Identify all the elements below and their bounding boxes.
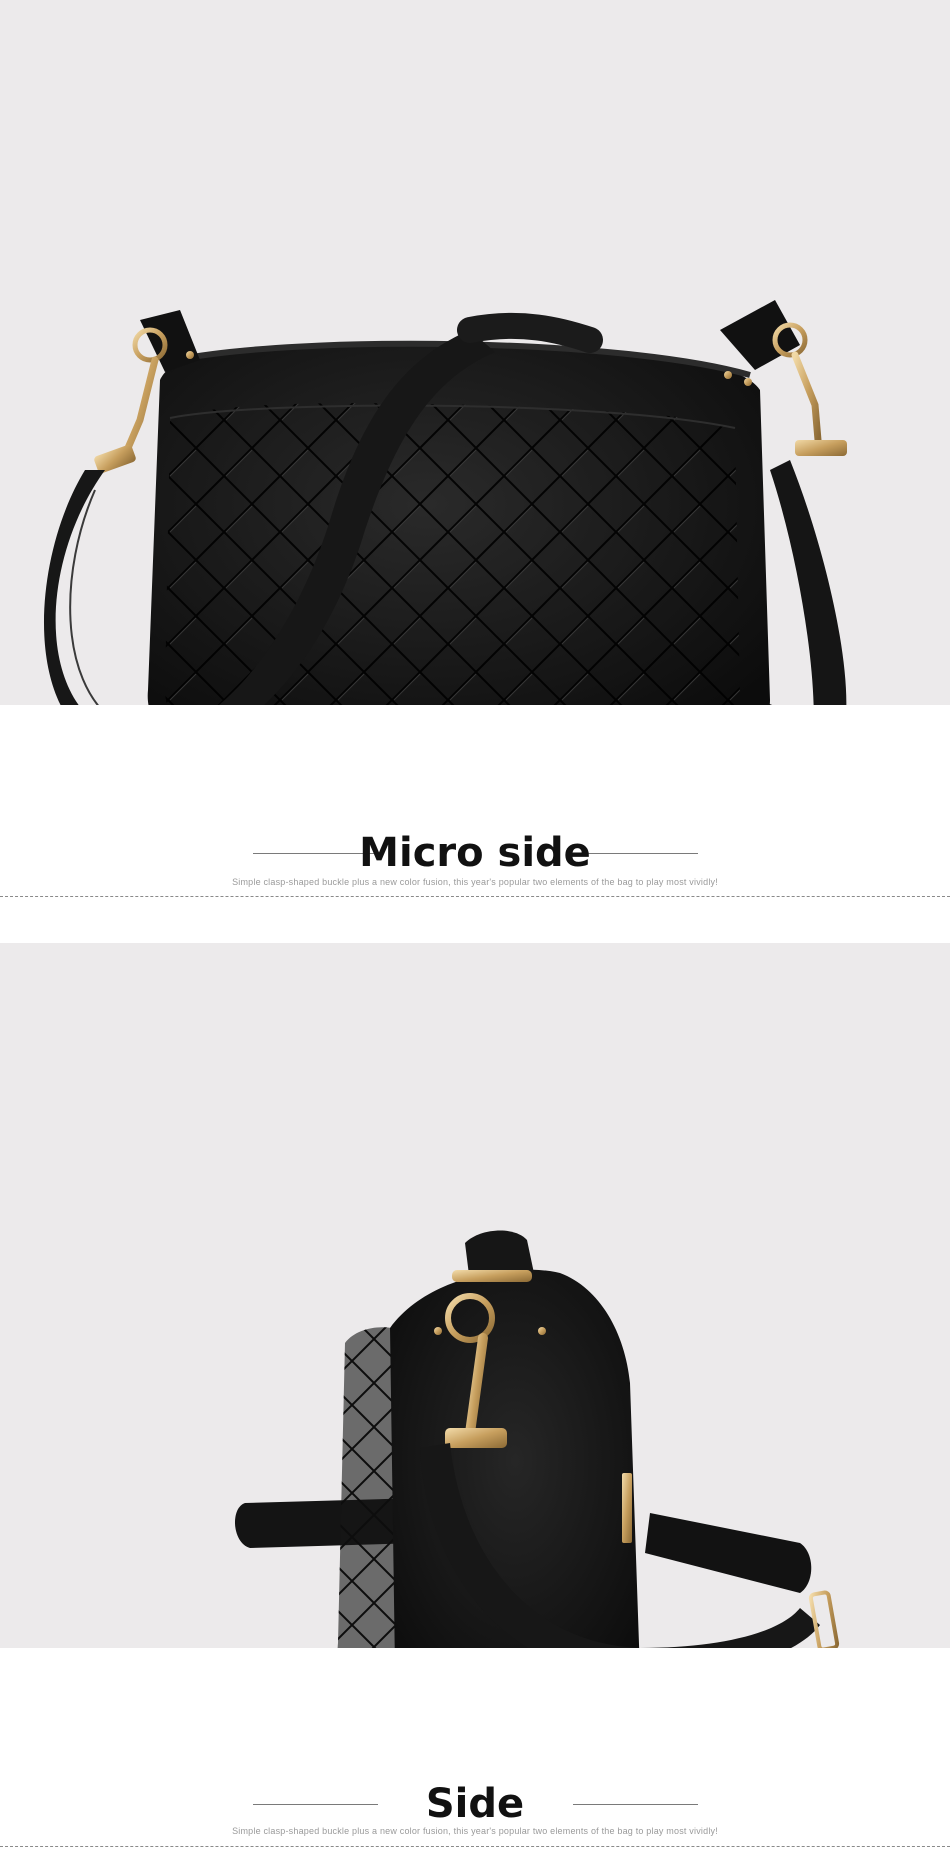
section-title: Micro side — [359, 830, 591, 876]
section-title: Side — [425, 1781, 525, 1827]
section-subtitle: Simple clasp-shaped buckle plus a new co… — [232, 877, 718, 887]
section-subtitle: Simple clasp-shaped buckle plus a new co… — [232, 1826, 718, 1836]
bag-micro-side-image — [44, 300, 847, 705]
product-detail-page: Micro side Simple clasp-shaped buckle pl… — [0, 0, 950, 1870]
title-row-micro-side: Micro side — [0, 823, 950, 883]
bag-photo-micro-side — [0, 0, 950, 705]
bag-side-image — [234, 1230, 840, 1648]
section-side: Side Simple clasp-shaped buckle plus a n… — [0, 1648, 950, 1870]
bag-photo-side — [0, 943, 950, 1648]
title-row-side: Side — [0, 1774, 950, 1834]
section-micro-side: Micro side Simple clasp-shaped buckle pl… — [0, 705, 950, 940]
dashed-divider — [0, 896, 950, 897]
dashed-divider — [0, 1846, 950, 1847]
